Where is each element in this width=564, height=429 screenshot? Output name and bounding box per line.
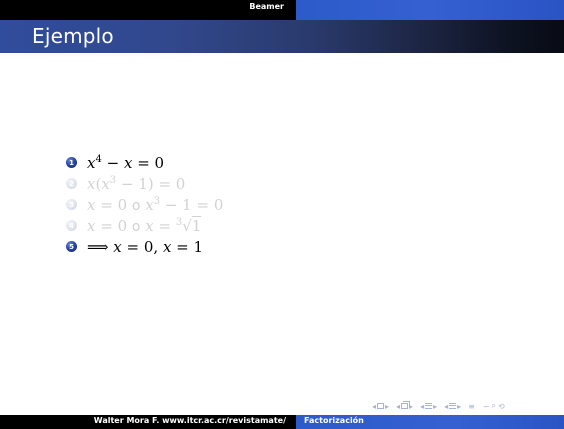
beamer-slide: Beamer Ejemplo 1 x4 − x = 0 2 x(x3 − 1) …: [0, 0, 564, 429]
nav-frame-next-icon[interactable]: ▸: [409, 402, 413, 411]
enumerate-ball-3: 3: [66, 199, 77, 210]
nav-align-icon[interactable]: ≡: [468, 402, 475, 411]
list-item-1: 1 x4 − x = 0: [66, 152, 486, 173]
enumerate-ball-4: 4: [66, 220, 77, 231]
list-item-3: 3 x = 0 o x3 − 1 = 0: [66, 194, 486, 215]
footline-author-box: Walter Mora F. www.itcr.ac.cr/revistamat…: [0, 415, 296, 429]
nav-frame-group[interactable]: ◂ ▸: [396, 402, 413, 411]
nav-zoom-icon[interactable]: ⌕: [492, 401, 496, 411]
nav-slide-next-icon[interactable]: ▸: [385, 402, 389, 411]
footline-author: Walter Mora F. www.itcr.ac.cr/revistamat…: [93, 416, 286, 425]
headline-left: Beamer: [0, 0, 296, 20]
footline-bar: Walter Mora F. www.itcr.ac.cr/revistamat…: [0, 415, 564, 429]
nav-search-icon[interactable]: ∽: [483, 402, 490, 411]
equation-step-2: x(x3 − 1) = 0: [87, 174, 186, 193]
equation-step-3: x = 0 o x3 − 1 = 0: [87, 195, 224, 214]
nav-slide-prev-icon[interactable]: ◂: [372, 402, 376, 411]
frame-title: Ejemplo: [32, 24, 114, 48]
nav-section-group[interactable]: ◂ ▸: [444, 402, 461, 411]
nav-slide-icon[interactable]: [377, 403, 385, 409]
enumerate-ball-1: 1: [66, 157, 77, 168]
equation-step-1: x4 − x = 0: [87, 153, 165, 172]
list-item-4: 4 x = 0 o x = 3√1: [66, 215, 486, 236]
nav-back-icon[interactable]: ⟲: [498, 402, 505, 411]
footline-section-box: Factorización: [296, 415, 564, 429]
list-item-2: 2 x(x3 − 1) = 0: [66, 173, 486, 194]
beamer-navigation: ◂ ▸ ◂ ▸ ◂ ▸ ◂ ▸ ≡ ∽ ⌕ ⟲: [372, 400, 505, 412]
enumerate-ball-2: 2: [66, 178, 77, 189]
nav-subsection-group[interactable]: ◂ ▸: [420, 402, 437, 411]
nav-section-prev-icon[interactable]: ◂: [444, 402, 448, 411]
enumerate-list: 1 x4 − x = 0 2 x(x3 − 1) = 0 3 x = 0 o x…: [66, 152, 486, 257]
nav-section-next-icon[interactable]: ▸: [457, 402, 461, 411]
nav-subsection-next-icon[interactable]: ▸: [433, 402, 437, 411]
nav-frame-icon[interactable]: [401, 403, 409, 409]
footline-section: Factorización: [304, 416, 364, 425]
headline-right: [296, 0, 564, 20]
enumerate-ball-5: 5: [66, 241, 77, 252]
headline-left-text: Beamer: [249, 2, 284, 11]
nav-subsection-prev-icon[interactable]: ◂: [420, 402, 424, 411]
frame-title-bar: Ejemplo: [0, 20, 564, 53]
equation-step-4: x = 0 o x = 3√1: [87, 216, 202, 235]
nav-section-icon[interactable]: [449, 403, 457, 409]
headline-bar: Beamer: [0, 0, 564, 20]
equation-step-5: ⟹ x = 0, x = 1: [87, 237, 204, 256]
nav-subsection-icon[interactable]: [425, 403, 433, 409]
nav-slide-group[interactable]: ◂ ▸: [372, 402, 389, 411]
list-item-5: 5 ⟹ x = 0, x = 1: [66, 236, 486, 257]
nav-frame-prev-icon[interactable]: ◂: [396, 402, 400, 411]
